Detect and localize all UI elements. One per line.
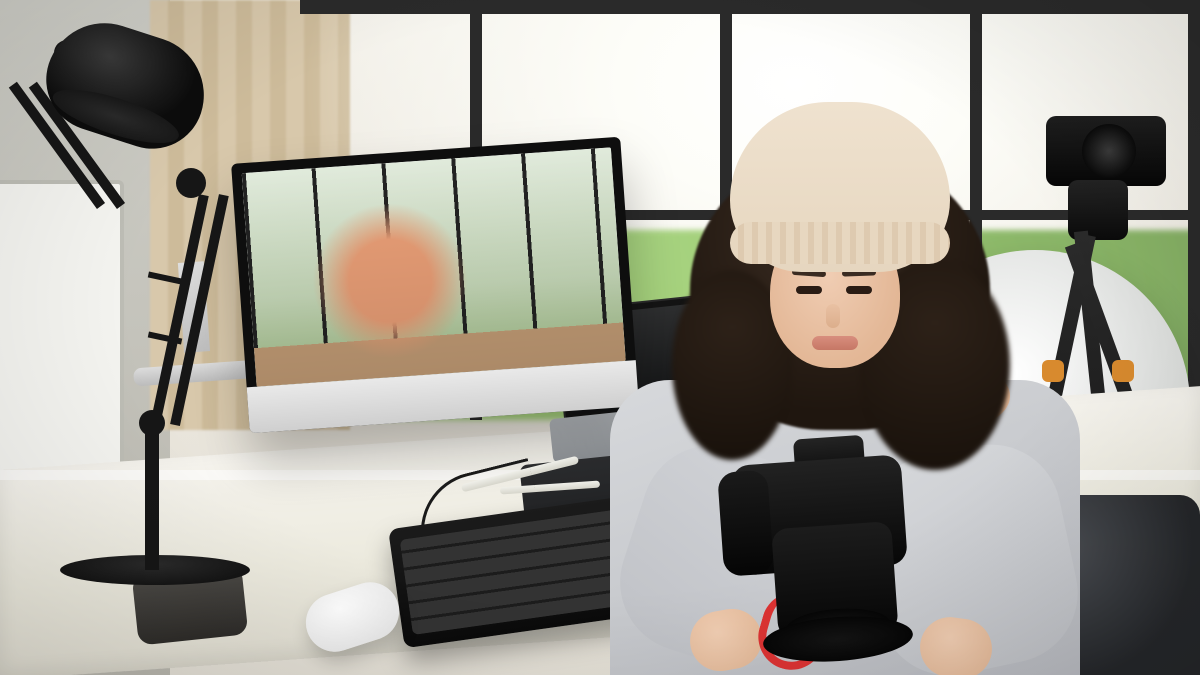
monitor-stand [156, 260, 234, 385]
monitor-display [242, 147, 626, 386]
on-screen-photo [242, 147, 626, 386]
window-frame [300, 0, 1200, 14]
nose [826, 304, 840, 328]
beanie-hat [730, 102, 950, 272]
camera-grip [717, 470, 774, 577]
dslr-camera [689, 422, 952, 629]
desk-container [132, 564, 249, 645]
lips [812, 336, 858, 350]
desktop-monitor [231, 137, 639, 434]
photograph-scene [0, 0, 1200, 675]
monitor-bezel [231, 137, 639, 434]
eye [796, 286, 822, 294]
eye [846, 286, 872, 294]
window-frame [1188, 0, 1200, 420]
